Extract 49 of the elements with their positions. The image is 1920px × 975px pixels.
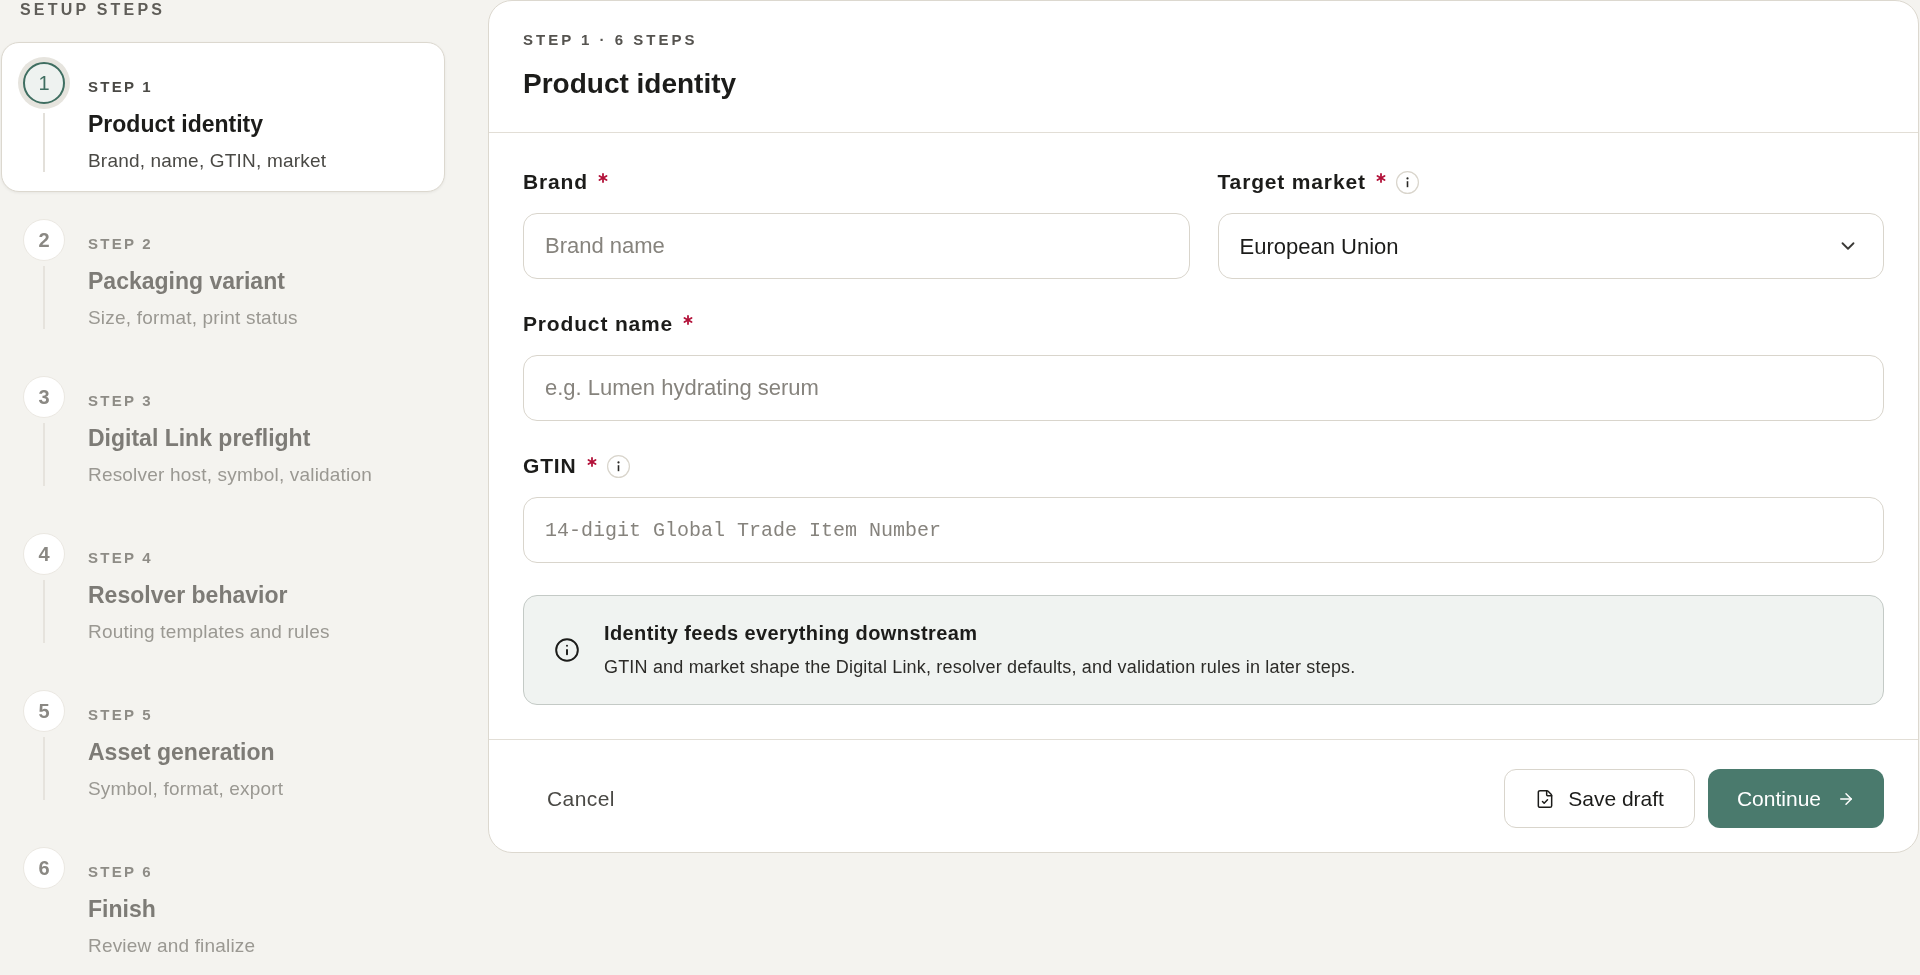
input-field[interactable]: Brand name <box>523 213 1190 279</box>
cancel-button[interactable]: Cancel <box>523 769 639 828</box>
field-label: Brand <box>523 169 588 195</box>
sidebar-heading: SETUP STEPS <box>20 0 167 20</box>
step-number: 3 <box>23 376 65 418</box>
step-title: Packaging variant <box>88 267 286 295</box>
step-number: 2 <box>23 219 65 261</box>
step-subtitle: Routing templates and rules <box>88 621 330 643</box>
step-item[interactable]: 6 STEP 6 Finish Review and finalize <box>1 827 445 975</box>
step-label: STEP 3 <box>88 392 154 410</box>
step-number: 5 <box>23 690 65 732</box>
step-title: Digital Link preflight <box>88 424 312 452</box>
step-counter: STEP 1 · 6 STEPS <box>523 30 699 50</box>
step-subtitle: Brand, name, GTIN, market <box>88 150 327 172</box>
step-item[interactable]: 4 STEP 4 Resolver behavior Routing templates and rules <box>1 513 445 663</box>
field-label: Product name <box>523 311 674 337</box>
step-title: Asset generation <box>88 738 276 766</box>
step-item[interactable]: 5 STEP 5 Asset generation Symbol, format, export <box>1 670 445 820</box>
input-field[interactable]: e.g. Lumen hydrating serum <box>523 355 1884 421</box>
step-subtitle: Review and finalize <box>88 935 256 957</box>
step-title: Finish <box>88 895 157 923</box>
continue-button[interactable]: Continue <box>1707 769 1884 828</box>
notice-title: Identity feeds everything downstream <box>604 621 979 645</box>
step-title: Resolver behavior <box>88 581 289 609</box>
step-label: STEP 4 <box>88 549 154 567</box>
info-icon[interactable] <box>1395 170 1419 194</box>
step-item[interactable]: 3 STEP 3 Digital Link preflight Resolver host, symbol, validation <box>1 356 445 506</box>
step-label: STEP 6 <box>88 863 154 881</box>
step-label: STEP 5 <box>88 706 154 724</box>
step-title: Product identity <box>88 110 265 138</box>
input-field[interactable]: 14-digit Global Trade Item Number <box>523 497 1884 563</box>
info-circle-icon <box>554 637 580 663</box>
step-subtitle: Size, format, print status <box>88 307 298 329</box>
step-label: STEP 1 <box>88 78 154 96</box>
form-title: Product identity <box>523 67 738 101</box>
step-connector-line <box>43 113 45 172</box>
step-item[interactable]: 1 STEP 1 Product identity Brand, name, GTIN, market <box>1 42 445 192</box>
step-subtitle: Symbol, format, export <box>88 778 284 800</box>
save-draft-button[interactable]: Save draft <box>1504 769 1695 828</box>
field-label: Target market <box>1217 169 1366 195</box>
field-label: GTIN <box>523 453 577 479</box>
step-number: 6 <box>23 847 65 889</box>
step-number: 4 <box>23 533 65 575</box>
step-label: STEP 2 <box>88 235 154 253</box>
select-field[interactable]: European Union <box>1217 213 1884 279</box>
step-subtitle: Resolver host, symbol, validation <box>88 464 372 486</box>
step-item[interactable]: 2 STEP 2 Packaging variant Size, format, print status <box>1 199 445 349</box>
notice-text: GTIN and market shape the Digital Link, resolver defaults, and validation rules in later steps. <box>604 656 1356 679</box>
info-icon[interactable] <box>606 454 630 478</box>
